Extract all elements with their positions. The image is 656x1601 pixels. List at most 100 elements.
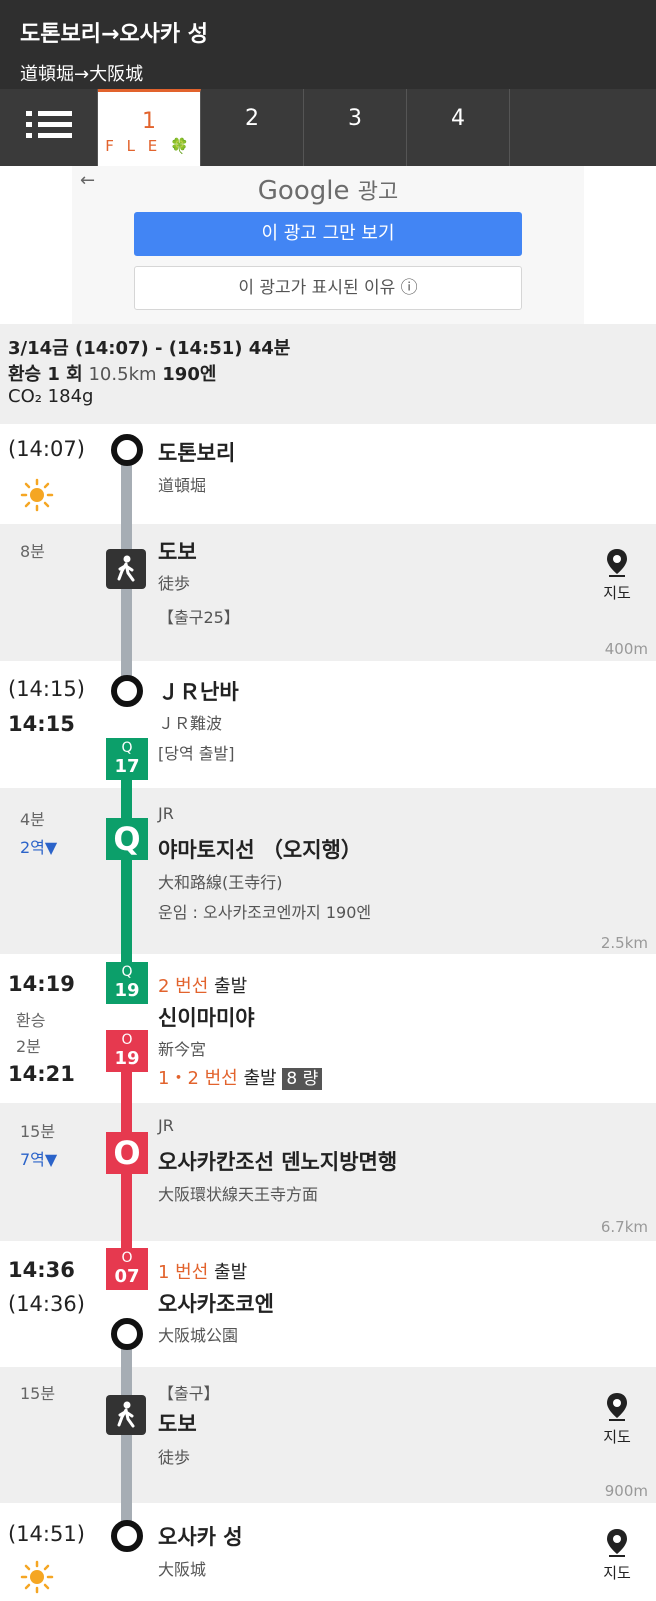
station-name[interactable]: 오사카 성 (158, 1521, 243, 1551)
walk-line-2 (121, 1328, 132, 1550)
walk-duration: 15분 (20, 1384, 56, 1403)
menu-icon[interactable] (0, 89, 98, 166)
arrive-time: (14:51) (8, 1522, 85, 1546)
ride-duration: 4분 (20, 810, 45, 829)
walk-exit: 【출구25】 (158, 608, 240, 627)
platform-info: 1 번선 출발 (158, 1258, 247, 1284)
station-sub: 道頓堀 (158, 476, 207, 495)
tab-route-3[interactable]: 3 (304, 89, 407, 166)
summary-distance: 10.5km (88, 364, 157, 385)
station-number-badge: Q 17 (106, 738, 148, 780)
station-node (111, 434, 143, 466)
depart-time: 14:21 (8, 1062, 75, 1086)
station-name[interactable]: ＪＲ난바 (158, 676, 239, 706)
map-label: 지도 (603, 1564, 631, 1582)
google-ad-panel: ← Google 광고 이 광고 그만 보기 이 광고가 표시된 이유 ⓘ (72, 166, 584, 324)
depart-label: 출발 (243, 1068, 277, 1089)
operator: JR (158, 804, 174, 823)
google-logo-text: Google (257, 176, 350, 206)
walk-icon (106, 549, 146, 589)
tab-label: 1 (142, 109, 156, 134)
walk-title: 도보 (158, 540, 197, 564)
badge-number: 17 (114, 756, 140, 777)
station-name[interactable]: 신이마미야 (158, 1002, 255, 1032)
platform-number: 2 번선 (158, 976, 209, 997)
line-sub: 大阪環状線天王寺方面 (158, 1185, 319, 1204)
map-button[interactable]: 지도 (592, 1392, 642, 1447)
route-subtitle: 道頓堀→大阪城 (20, 64, 144, 85)
badge-number: 19 (114, 1048, 140, 1069)
summary-co2: CO₂ 184g (8, 386, 94, 407)
tab-label: 2 (245, 106, 259, 131)
walk-duration: 8분 (20, 542, 45, 561)
app-header: 도톤보리→오사카 성 道頓堀→大阪城 (0, 0, 656, 89)
walk-exit: 【출구】 (158, 1384, 220, 1403)
arrive-time: 14:36 (8, 1258, 75, 1282)
line-name[interactable]: 오사카칸조선 덴노지방면행 (158, 1146, 397, 1176)
station-node (111, 1318, 143, 1350)
depart-time: 14:15 (8, 712, 75, 736)
badge-number: 19 (114, 980, 140, 1001)
walk-band-2 (0, 1367, 656, 1503)
platform-number: 1・2 번선 (158, 1068, 238, 1089)
line-name[interactable]: 야마토지선 （오지행） (158, 834, 362, 864)
ride-distance: 2.5km (600, 934, 648, 952)
tab-feature-label: F L E 🍀 (105, 137, 193, 155)
map-label: 지도 (603, 1428, 631, 1446)
map-button[interactable]: 지도 (592, 1528, 642, 1583)
route-title: 도톤보리→오사카 성 (20, 22, 209, 47)
station-name[interactable]: 오사카조코엔 (158, 1288, 274, 1318)
tab-label: 4 (451, 106, 465, 131)
summary-fare: 190엔 (162, 364, 217, 385)
depart-label: 출발 (214, 1262, 248, 1283)
line-letter-badge: O (106, 1132, 148, 1174)
map-pin-icon (607, 1393, 627, 1421)
map-pin-icon (607, 1529, 627, 1557)
station-node (111, 1520, 143, 1552)
walk-icon (106, 1395, 146, 1435)
depart-time: (14:36) (8, 1292, 85, 1316)
station-sub: 大阪城公園 (158, 1326, 239, 1345)
walk-sub: 徒歩 (158, 1448, 191, 1467)
summary-transfers: 환승 1 회 (8, 364, 83, 385)
badge-line: O (121, 1032, 133, 1048)
route-tabs: 1 F L E 🍀 2 3 4 (0, 89, 656, 166)
ride-stops-toggle[interactable]: 2역▼ (20, 834, 57, 858)
map-pin-icon (607, 549, 627, 577)
tab-route-1[interactable]: 1 F L E 🍀 (98, 89, 201, 166)
ride-distance: 6.7km (600, 1218, 648, 1236)
tab-route-2[interactable]: 2 (201, 89, 304, 166)
ride-band-1 (0, 788, 656, 954)
station-number-badge: O 19 (106, 1030, 148, 1072)
fare-info: 운임 : 오사카조코엔까지 190엔 (158, 903, 372, 922)
ride-stops-toggle[interactable]: 7역▼ (20, 1146, 57, 1170)
map-button[interactable]: 지도 (592, 548, 642, 603)
station-name[interactable]: 도톤보리 (158, 437, 235, 467)
walk-distance: 900m (604, 1482, 648, 1500)
badge-line: O (121, 1250, 133, 1266)
transfer-duration: 2분 (16, 1037, 41, 1056)
car-count-badge: 8 량 (282, 1068, 323, 1090)
line-sub: 大和路線(王寺行) (158, 873, 283, 892)
tab-route-4[interactable]: 4 (407, 89, 510, 166)
station-sub: 新今宮 (158, 1040, 207, 1059)
ad-label: 광고 (357, 180, 399, 205)
why-ad-button[interactable]: 이 광고가 표시된 이유 ⓘ (134, 266, 522, 310)
operator: JR (158, 1116, 174, 1135)
station-number-badge: Q 19 (106, 962, 148, 1004)
arrive-time: 14:19 (8, 972, 75, 996)
stop-ad-button[interactable]: 이 광고 그만 보기 (134, 212, 522, 256)
route-summary: 3/14금 (14:07) - (14:51) 44분 환승 1 회 10.5k… (0, 324, 656, 424)
station-node (111, 675, 143, 707)
station-sub: ＪＲ難波 (158, 714, 223, 733)
station-sub: 大阪城 (158, 1560, 207, 1579)
transfer-label: 환승 (16, 1011, 46, 1030)
sun-icon (20, 1560, 54, 1594)
line-letter-badge: Q (106, 818, 148, 860)
platform-info: 2 번선 출발 (158, 972, 247, 998)
summary-details: 환승 1 회 10.5km 190엔 (8, 360, 216, 386)
depart-time: (14:07) (8, 437, 85, 461)
departure-note: [당역 출발] (158, 744, 235, 763)
summary-time: 3/14금 (14:07) - (14:51) 44분 (8, 338, 291, 359)
walk-distance: 400m (604, 640, 648, 658)
